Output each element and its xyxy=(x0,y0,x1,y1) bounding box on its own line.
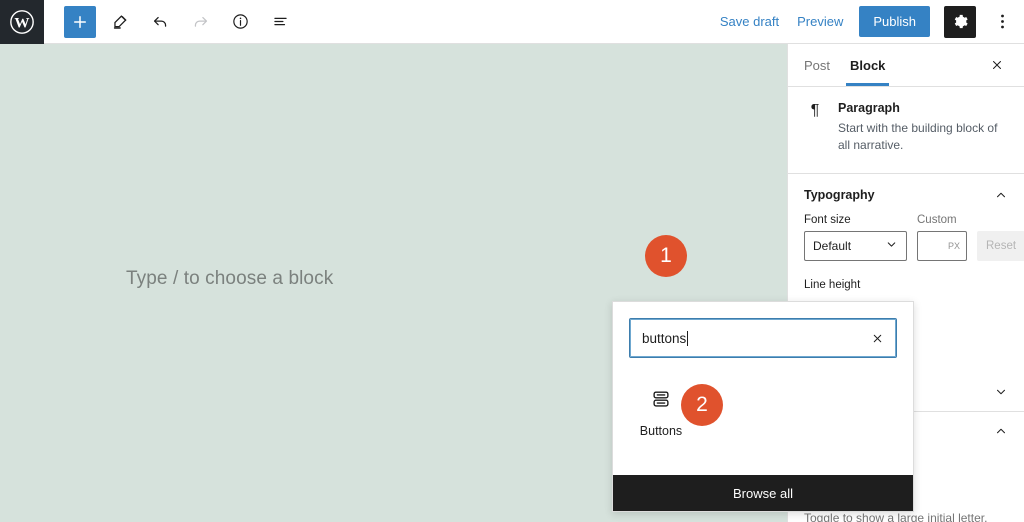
search-input-value: buttons xyxy=(642,330,687,346)
font-size-label: Font size xyxy=(804,213,851,226)
tab-block[interactable]: Block xyxy=(845,44,890,86)
annotation-badge-1: 1 xyxy=(645,235,687,277)
font-size-select[interactable]: Default xyxy=(804,230,907,261)
info-circle-icon[interactable] xyxy=(224,6,256,38)
font-size-control: Font size Default xyxy=(804,214,907,261)
custom-font-size-control: Custom PX xyxy=(917,214,967,261)
custom-font-size-input[interactable]: PX xyxy=(917,230,967,261)
buttons-block-icon xyxy=(648,386,674,412)
preview-button[interactable]: Preview xyxy=(795,10,845,33)
close-icon[interactable] xyxy=(986,54,1008,76)
gear-icon[interactable] xyxy=(944,5,976,38)
chevron-up-icon[interactable] xyxy=(994,188,1008,202)
typography-section: Typography Font size Default Custom PX R… xyxy=(788,174,1024,291)
block-card: ¶ Paragraph Start with the building bloc… xyxy=(788,87,1024,174)
custom-unit-suffix: PX xyxy=(947,240,960,251)
font-size-row: Font size Default Custom PX Reset xyxy=(804,214,1024,261)
redo-arrow-icon xyxy=(184,6,216,38)
publish-button[interactable]: Publish xyxy=(859,6,930,37)
browse-all-button[interactable]: Browse all xyxy=(613,475,913,511)
save-draft-button[interactable]: Save draft xyxy=(718,10,781,33)
block-card-description: Start with the building block of all nar… xyxy=(838,121,998,153)
list-view-icon[interactable] xyxy=(264,6,296,38)
paragraph-pilcrow-icon: ¶ xyxy=(810,102,820,119)
block-placeholder-text[interactable]: Type / to choose a block xyxy=(126,268,333,290)
custom-label: Custom xyxy=(917,213,957,226)
editor-top-bar: W Save draft Preview Publish xyxy=(0,0,1024,44)
font-size-value: Default xyxy=(813,238,852,253)
block-inserter-popover: buttons Buttons Browse all xyxy=(612,301,914,512)
block-item-label: Buttons xyxy=(639,424,683,438)
reset-button: Reset xyxy=(977,230,1024,261)
line-height-label: Line height xyxy=(804,278,861,291)
typography-section-header[interactable]: Typography xyxy=(804,188,1008,202)
svg-text:W: W xyxy=(14,14,29,31)
chevron-up-icon[interactable] xyxy=(994,424,1008,438)
typography-title: Typography xyxy=(804,187,875,202)
sidebar-tabs: Post Block xyxy=(788,44,1024,87)
block-card-title: Paragraph xyxy=(838,101,900,115)
top-bar-left-tools xyxy=(44,5,296,38)
top-bar-right-actions: Save draft Preview Publish xyxy=(718,5,1024,38)
inserter-results: Buttons xyxy=(613,368,913,475)
inserter-search-area: buttons xyxy=(613,302,913,368)
undo-arrow-icon[interactable] xyxy=(144,6,176,38)
pencil-icon[interactable] xyxy=(104,6,136,38)
search-input[interactable]: buttons xyxy=(629,318,897,358)
chevron-down-icon[interactable] xyxy=(994,385,1008,399)
annotation-badge-2: 2 xyxy=(681,384,723,426)
three-dots-vertical-icon[interactable] xyxy=(990,6,1014,38)
text-caret xyxy=(687,330,689,346)
add-block-button[interactable] xyxy=(64,5,96,38)
chevron-down-icon xyxy=(885,238,898,254)
clear-search-icon[interactable] xyxy=(868,329,886,347)
tab-post[interactable]: Post xyxy=(804,44,830,86)
wordpress-logo-icon[interactable]: W xyxy=(0,0,44,44)
wordpress-block-editor: W Save draft Preview Publish Type / to c… xyxy=(0,0,1024,522)
